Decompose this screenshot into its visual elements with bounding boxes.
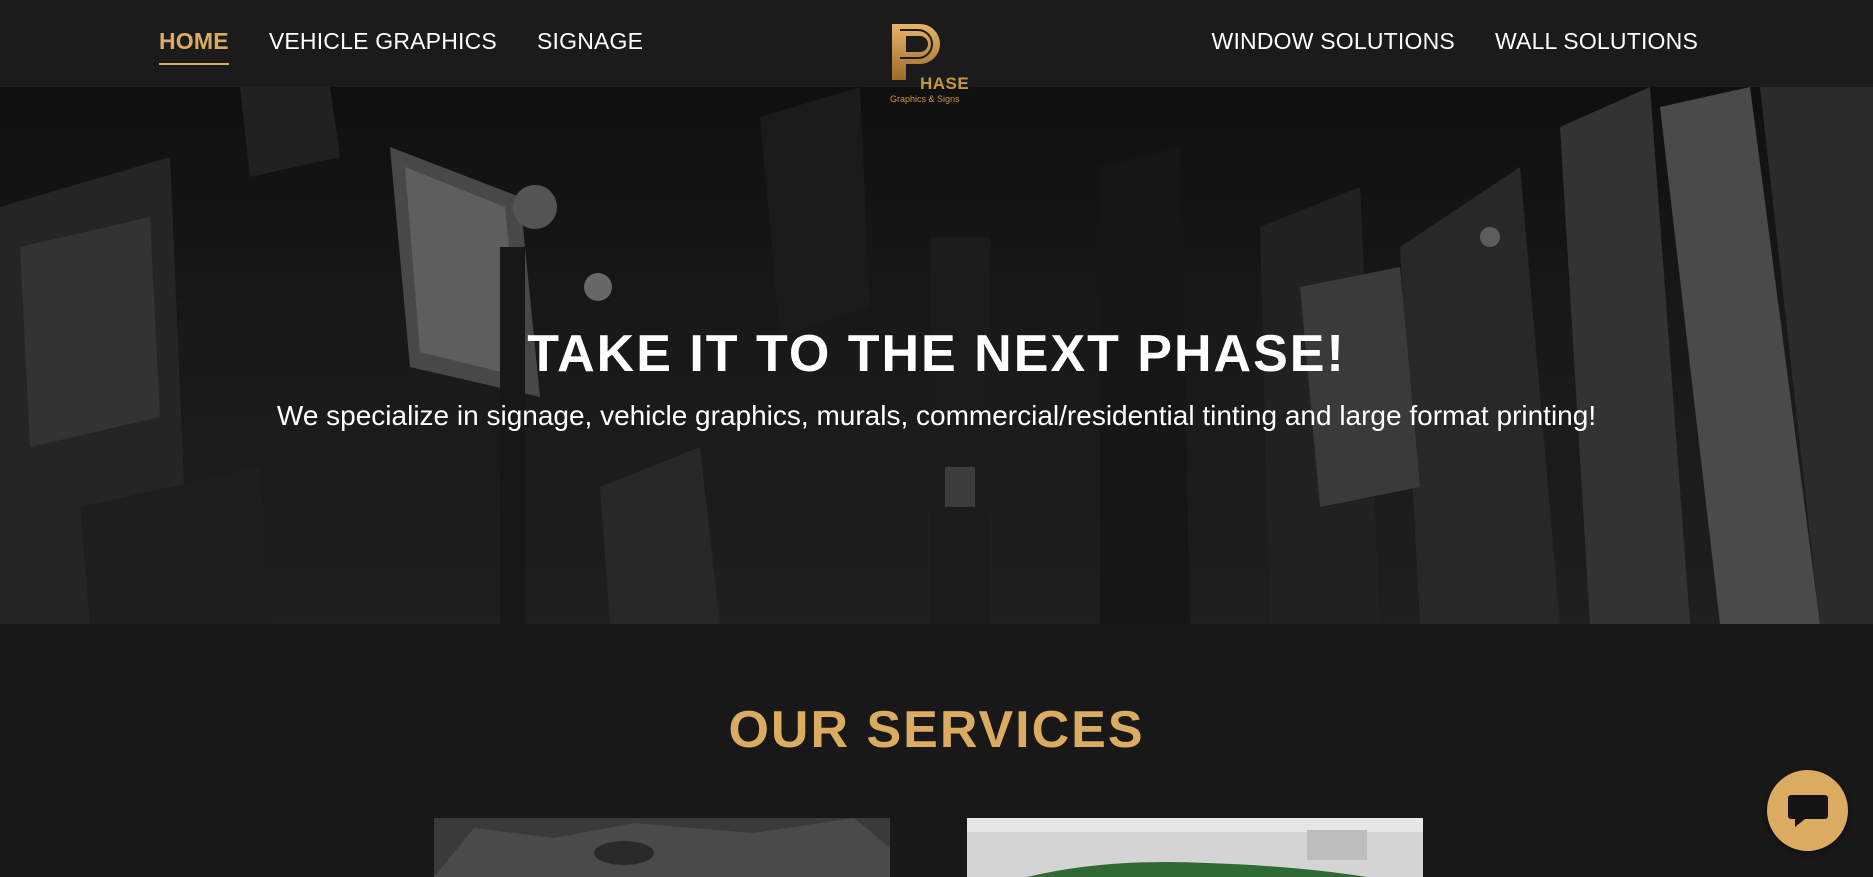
nav-wall-solutions-link[interactable]: WALL SOLUTIONS (1495, 28, 1698, 55)
hero-subtitle: We specialize in signage, vehicle graphi… (276, 400, 1597, 431)
service-card-1-image (434, 818, 890, 877)
chat-bubble-icon (1788, 795, 1828, 827)
service-card-1[interactable] (434, 818, 890, 877)
nav-home-link[interactable]: HOME (159, 28, 229, 65)
nav-vehicle-graphics-link[interactable]: VEHICLE GRAPHICS (269, 28, 497, 55)
chat-button[interactable] (1767, 770, 1848, 851)
hero-title: TAKE IT TO THE NEXT PHASE! (527, 325, 1346, 383)
nav-left-group: HOME VEHICLE GRAPHICS SIGNAGE (159, 0, 683, 82)
logo-wordmark: HASE (920, 74, 970, 93)
logo-tagline: Graphics & Signs (890, 94, 960, 104)
nav-window-solutions-link[interactable]: WINDOW SOLUTIONS (1212, 28, 1455, 55)
nav-right-group: WINDOW SOLUTIONS WALL SOLUTIONS (1172, 0, 1698, 82)
phase-logo[interactable]: HASE Graphics & Signs (888, 22, 970, 108)
service-card-2-image (967, 818, 1423, 877)
services-heading: OUR SERVICES (728, 701, 1145, 759)
hero-section: TAKE IT TO THE NEXT PHASE! We specialize… (0, 87, 1873, 624)
nav-signage-link[interactable]: SIGNAGE (537, 28, 643, 55)
logo-p-mark-icon (892, 24, 940, 80)
service-card-2[interactable] (967, 818, 1423, 877)
